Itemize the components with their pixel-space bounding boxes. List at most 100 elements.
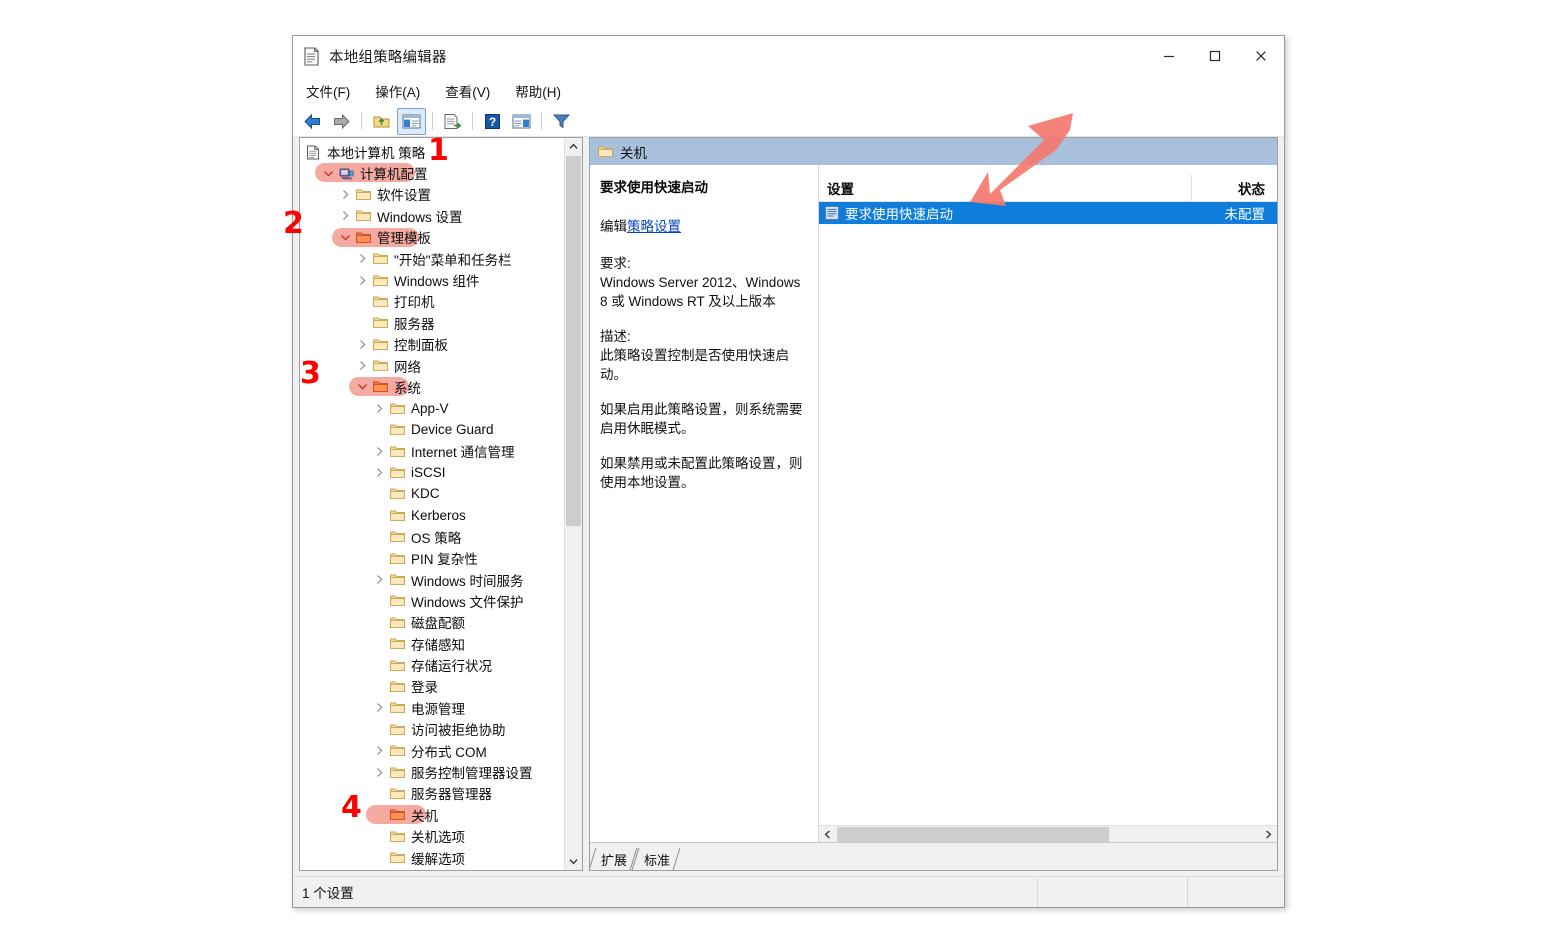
tree-item-11[interactable]: App-V bbox=[300, 398, 565, 419]
tree-item-10[interactable]: 系统 bbox=[300, 376, 565, 397]
tree-item-4[interactable]: "开始"菜单和任务栏 bbox=[300, 248, 565, 269]
tree-item-5[interactable]: Windows 组件 bbox=[300, 269, 565, 290]
tree-vertical-scrollbar[interactable] bbox=[564, 138, 582, 870]
result-pane-tabs: 扩展 标准 bbox=[590, 842, 1277, 870]
chevron-down-icon[interactable] bbox=[338, 230, 352, 244]
folder-icon bbox=[390, 766, 405, 779]
maximize-button[interactable] bbox=[1192, 36, 1238, 76]
edit-policy-link[interactable]: 策略设置 bbox=[627, 219, 681, 234]
tree-item-31[interactable]: 关机选项 bbox=[300, 826, 565, 847]
filter-icon[interactable] bbox=[548, 109, 575, 134]
chevron-right-icon[interactable] bbox=[372, 765, 386, 779]
result-pane-header-label: 关机 bbox=[620, 145, 647, 161]
folder-icon bbox=[390, 509, 405, 522]
svg-text:?: ? bbox=[489, 115, 496, 129]
scroll-up-icon[interactable] bbox=[565, 138, 582, 155]
tree-item-12[interactable]: Device Guard bbox=[300, 419, 565, 440]
chevron-right-icon[interactable] bbox=[338, 187, 352, 201]
scroll-right-icon[interactable] bbox=[1260, 826, 1277, 843]
chevron-right-icon[interactable] bbox=[355, 359, 369, 373]
tree-item-3[interactable]: 管理模板 bbox=[300, 227, 565, 248]
scroll-down-icon[interactable] bbox=[565, 853, 582, 870]
tree-item-21[interactable]: 磁盘配额 bbox=[300, 612, 565, 633]
chevron-right-icon[interactable] bbox=[372, 444, 386, 458]
show-action-pane-icon[interactable] bbox=[508, 109, 535, 134]
close-button[interactable] bbox=[1238, 36, 1284, 76]
tree-item-32[interactable]: 缓解选项 bbox=[300, 847, 565, 868]
tree-item-14[interactable]: iSCSI bbox=[300, 462, 565, 483]
tree-item-26[interactable]: 访问被拒绝协助 bbox=[300, 719, 565, 740]
chevron-right-icon[interactable] bbox=[355, 337, 369, 351]
chevron-right-icon[interactable] bbox=[355, 252, 369, 266]
tree-item-8[interactable]: 控制面板 bbox=[300, 334, 565, 355]
tree-item-33[interactable]: 恢复 bbox=[300, 868, 565, 870]
folder-icon bbox=[390, 530, 405, 543]
chevron-down-icon[interactable] bbox=[321, 166, 335, 180]
chevron-right-icon[interactable] bbox=[355, 273, 369, 287]
tree-item-label: 服务控制管理器设置 bbox=[411, 766, 533, 782]
column-header-state[interactable]: 状态 bbox=[1192, 178, 1277, 198]
back-icon[interactable] bbox=[299, 109, 326, 134]
tree-item-20[interactable]: Windows 文件保护 bbox=[300, 590, 565, 611]
menu-view[interactable]: 查看(V) bbox=[441, 79, 494, 103]
list-scrollbar-thumb[interactable] bbox=[837, 827, 1109, 842]
folder-icon bbox=[390, 573, 405, 586]
tree-item-13[interactable]: Internet 通信管理 bbox=[300, 440, 565, 461]
tree-item-25[interactable]: 电源管理 bbox=[300, 697, 565, 718]
tree-item-label: 管理模板 bbox=[377, 231, 431, 247]
tree-item-28[interactable]: 服务控制管理器设置 bbox=[300, 761, 565, 782]
menu-file[interactable]: 文件(F) bbox=[302, 79, 354, 103]
tree-item-29[interactable]: 服务器管理器 bbox=[300, 783, 565, 804]
tree-item-9[interactable]: 网络 bbox=[300, 355, 565, 376]
folder-open-icon bbox=[390, 808, 405, 821]
annotation-number-2: 2 bbox=[283, 206, 304, 241]
chevron-right-icon[interactable] bbox=[372, 466, 386, 480]
twisty-placeholder bbox=[372, 530, 386, 544]
menu-help[interactable]: 帮助(H) bbox=[511, 79, 565, 103]
chevron-right-icon[interactable] bbox=[372, 701, 386, 715]
tree-item-18[interactable]: PIN 复杂性 bbox=[300, 547, 565, 568]
tree-item-17[interactable]: OS 策略 bbox=[300, 526, 565, 547]
description-paragraph-2: 如果启用此策略设置，则系统需要启用休眠模式。 bbox=[600, 402, 803, 436]
export-list-icon[interactable] bbox=[439, 109, 466, 134]
tab-extended[interactable]: 扩展 bbox=[590, 848, 636, 870]
tree-item-label: 本地计算机 策略 bbox=[327, 145, 426, 161]
minimize-button[interactable] bbox=[1146, 36, 1192, 76]
tree-item-23[interactable]: 存储运行状况 bbox=[300, 654, 565, 675]
chevron-right-icon[interactable] bbox=[372, 573, 386, 587]
tree-item-27[interactable]: 分布式 COM bbox=[300, 740, 565, 761]
tree-item-label: 计算机配置 bbox=[360, 167, 428, 183]
tree-item-label: 登录 bbox=[411, 680, 438, 696]
forward-icon[interactable] bbox=[328, 109, 355, 134]
folder-icon bbox=[390, 445, 405, 458]
help-icon[interactable]: ? bbox=[479, 109, 506, 134]
tree-item-19[interactable]: Windows 时间服务 bbox=[300, 569, 565, 590]
tree-scrollbar-thumb[interactable] bbox=[566, 156, 581, 526]
menu-action[interactable]: 操作(A) bbox=[371, 79, 424, 103]
tree-item-16[interactable]: Kerberos bbox=[300, 505, 565, 526]
chevron-right-icon[interactable] bbox=[372, 744, 386, 758]
tree-item-7[interactable]: 服务器 bbox=[300, 312, 565, 333]
tree-item-22[interactable]: 存储感知 bbox=[300, 633, 565, 654]
tree-item-15[interactable]: KDC bbox=[300, 483, 565, 504]
show-hide-tree-icon[interactable] bbox=[397, 107, 426, 135]
row-setting-name: 要求使用快速启动 bbox=[845, 207, 953, 222]
tab-standard[interactable]: 标准 bbox=[633, 848, 679, 870]
tree-item-24[interactable]: 登录 bbox=[300, 676, 565, 697]
list-horizontal-scrollbar[interactable] bbox=[819, 825, 1277, 843]
column-header-setting[interactable]: 设置 bbox=[819, 175, 1192, 201]
twisty-placeholder bbox=[355, 294, 369, 308]
table-row[interactable]: 要求使用快速启动 未配置 bbox=[819, 202, 1277, 224]
folder-icon bbox=[390, 744, 405, 757]
tree-item-1[interactable]: 软件设置 bbox=[300, 184, 565, 205]
tree-item-6[interactable]: 打印机 bbox=[300, 291, 565, 312]
tree-item-2[interactable]: Windows 设置 bbox=[300, 205, 565, 226]
tree-item-30[interactable]: 关机 bbox=[300, 804, 565, 825]
scroll-left-icon[interactable] bbox=[819, 826, 836, 843]
chevron-right-icon[interactable] bbox=[372, 401, 386, 415]
row-setting-state: 未配置 bbox=[1224, 207, 1266, 222]
chevron-down-icon[interactable] bbox=[355, 380, 369, 394]
up-folder-icon[interactable] bbox=[368, 109, 395, 134]
edit-prefix-label: 编辑 bbox=[600, 219, 627, 234]
chevron-right-icon[interactable] bbox=[338, 209, 352, 223]
